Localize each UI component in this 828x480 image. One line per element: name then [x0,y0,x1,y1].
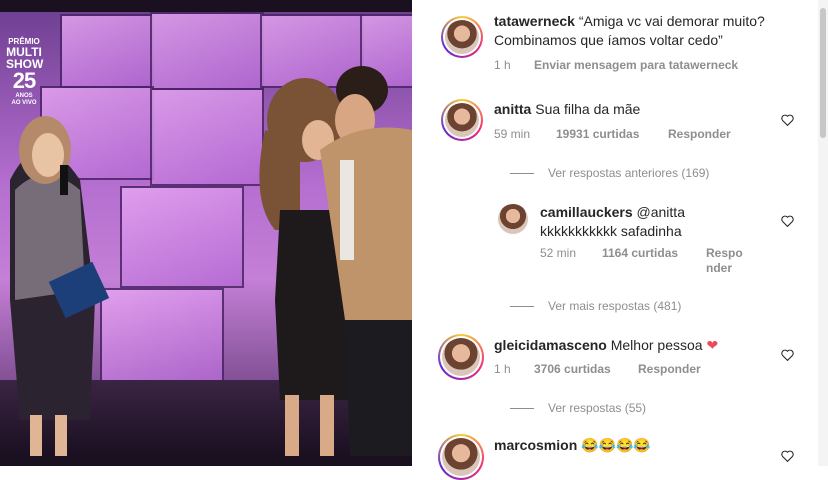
comment-username[interactable]: anitta [494,101,531,117]
video-bottom-bar [0,456,412,466]
logo-years: 25 [12,68,36,93]
view-replies-label: Ver respostas (55) [548,401,647,415]
red-heart-emoji: ❤ [706,337,719,353]
reply-label-part-2: nder [706,261,733,275]
reply-button[interactable]: Respo nder [706,246,743,276]
logo-anos: ANOS [15,93,33,99]
heart-outline-icon[interactable] [781,450,794,462]
reply-button[interactable]: Responder [638,362,701,376]
comment-username[interactable]: camillauckers [540,204,633,220]
scrollbar-thumb[interactable] [820,8,826,138]
view-replies-label: Ver respostas anteriores (169) [548,166,710,180]
comment-likes[interactable]: 19931 curtidas [556,127,639,141]
comment-time: 59 min [494,127,531,141]
replies-divider-line [510,408,534,410]
heart-outline-icon[interactable] [781,215,794,227]
comment-time: 52 min [540,246,577,260]
show-logo: PRÊMIO MULTI SHOW 25 ANOS AO VIVO [6,38,43,107]
comment-avatar-anitta[interactable] [441,99,483,141]
heart-outline-icon[interactable] [781,114,794,126]
comment-text: 😂😂😂😂 [581,437,651,453]
view-previous-replies[interactable]: Ver respostas anteriores (169) [510,166,709,180]
comment-mention[interactable]: @anitta [637,204,685,220]
caption-text: tatawerneck “Amiga vc vai demorar muito?… [494,12,814,50]
comment-likes[interactable]: 3706 curtidas [534,362,611,376]
comment-camillauckers: camillauckers @anitta kkkkkkkkkkk safadi… [540,203,770,241]
caption-time: 1 h [494,58,511,72]
view-more-replies[interactable]: Ver mais respostas (481) [510,299,681,313]
caption-avatar[interactable] [441,16,483,58]
caption-text-line-1: “Amiga vc vai demorar muito? [578,13,765,29]
view-replies[interactable]: Ver respostas (55) [510,401,646,415]
send-message-link[interactable]: Enviar mensagem para tatawerneck [534,58,738,72]
comment-username[interactable]: gleicidamasceno [494,337,607,353]
comment-username[interactable]: marcosmion [494,437,577,453]
comment-gleicidamasceno: gleicidamasceno Melhor pessoa ❤ [494,336,718,355]
reply-button[interactable]: Responder [668,127,731,141]
logo-live: AO VIVO [11,100,37,106]
comment-avatar-marcosmion[interactable] [438,434,484,480]
comment-likes[interactable]: 1164 curtidas [602,246,678,260]
caption-text-line-2: Combinamos que íamos voltar cedo” [494,32,723,48]
comment-avatar-camillauckers[interactable] [497,203,529,235]
comment-marcosmion: marcosmion 😂😂😂😂 [494,436,651,455]
comment-text: Melhor pessoa [610,337,703,353]
replies-divider-line [510,306,534,308]
comment-text: Sua filha da mãe [535,101,641,117]
view-replies-label: Ver mais respostas (481) [548,299,682,313]
reply-label-part-1: Respo [706,246,743,260]
stage-people-illustration [10,66,412,461]
replies-divider-line [510,173,534,175]
post-media[interactable]: PRÊMIO MULTI SHOW 25 ANOS AO VIVO [0,0,412,466]
caption-username[interactable]: tatawerneck [494,13,575,29]
comment-text: kkkkkkkkkkk safadinha [540,223,682,239]
comment-anitta: anitta Sua filha da mãe [494,100,640,119]
comment-time: 1 h [494,362,511,376]
heart-outline-icon[interactable] [781,349,794,361]
comment-avatar-gleicidamasceno[interactable] [438,334,484,380]
